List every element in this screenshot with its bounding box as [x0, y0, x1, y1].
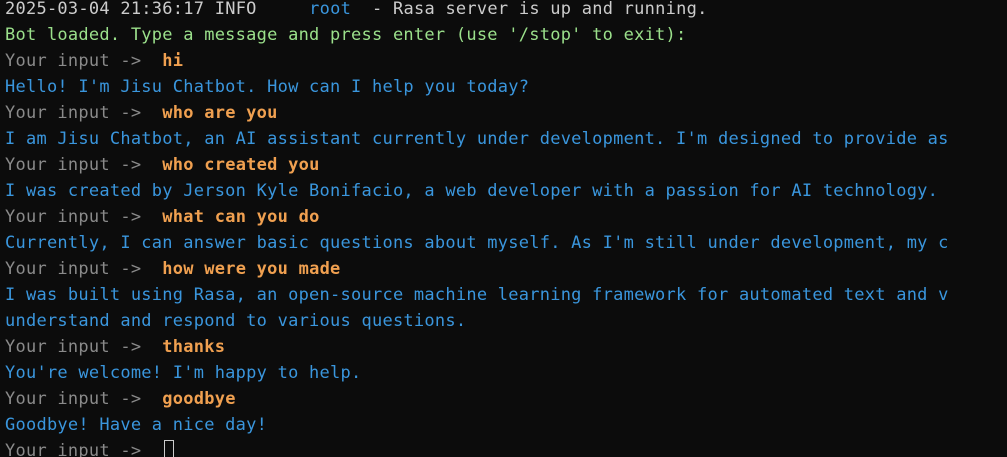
user-message: thanks [162, 337, 226, 357]
user-input-line: Your input -> thanks [0, 334, 1007, 360]
user-input-line: Your input -> hi [0, 48, 1007, 74]
user-input-line: Your input -> who created you [0, 152, 1007, 178]
input-prompt: Your input -> [5, 155, 142, 175]
user-message: goodbye [162, 389, 236, 409]
user-message: how were you made [162, 259, 341, 279]
terminal-window[interactable]: 2025-03-04 21:36:17 INFO root - Rasa ser… [0, 0, 1007, 457]
log-message: - Rasa server is up and running. [372, 0, 708, 19]
input-prompt: Your input -> [5, 207, 142, 227]
conversation: Your input -> hi Hello! I'm Jisu Chatbot… [0, 48, 1007, 457]
bot-reply-continuation: understand and respond to various questi… [5, 311, 467, 331]
bot-reply: You're welcome! I'm happy to help. [5, 363, 362, 383]
input-prompt: Your input -> [5, 51, 142, 71]
user-input-line: Your input -> goodbye [0, 386, 1007, 412]
bot-reply: Currently, I can answer basic questions … [5, 233, 949, 253]
input-prompt: Your input -> [5, 103, 142, 123]
user-message: what can you do [162, 207, 320, 227]
active-input-line[interactable]: Your input -> [0, 438, 1007, 457]
log-level: INFO [214, 0, 257, 19]
user-input-line: Your input -> how were you made [0, 256, 1007, 282]
bot-reply: I was built using Rasa, an open-source m… [5, 285, 949, 305]
user-input-line: Your input -> who are you [0, 100, 1007, 126]
bot-reply: Goodbye! Have a nice day! [5, 415, 268, 435]
log-line: 2025-03-04 21:36:17 INFO root - Rasa ser… [0, 0, 1007, 22]
input-prompt: Your input -> [5, 441, 142, 457]
user-message: who are you [162, 103, 278, 123]
input-prompt: Your input -> [5, 389, 142, 409]
log-logger: root [309, 0, 352, 19]
input-prompt: Your input -> [5, 337, 142, 357]
input-prompt: Your input -> [5, 259, 142, 279]
bot-reply: I am Jisu Chatbot, an AI assistant curre… [5, 129, 949, 149]
log-timestamp: 2025-03-04 21:36:17 [5, 0, 205, 19]
user-message: hi [162, 51, 184, 71]
user-message: who created you [162, 155, 320, 175]
user-input-line: Your input -> what can you do [0, 204, 1007, 230]
bot-reply: Hello! I'm Jisu Chatbot. How can I help … [5, 77, 530, 97]
bot-loaded-message: Bot loaded. Type a message and press ent… [5, 25, 687, 45]
bot-reply: I was created by Jerson Kyle Bonifacio, … [5, 181, 939, 201]
text-cursor[interactable] [164, 440, 175, 457]
